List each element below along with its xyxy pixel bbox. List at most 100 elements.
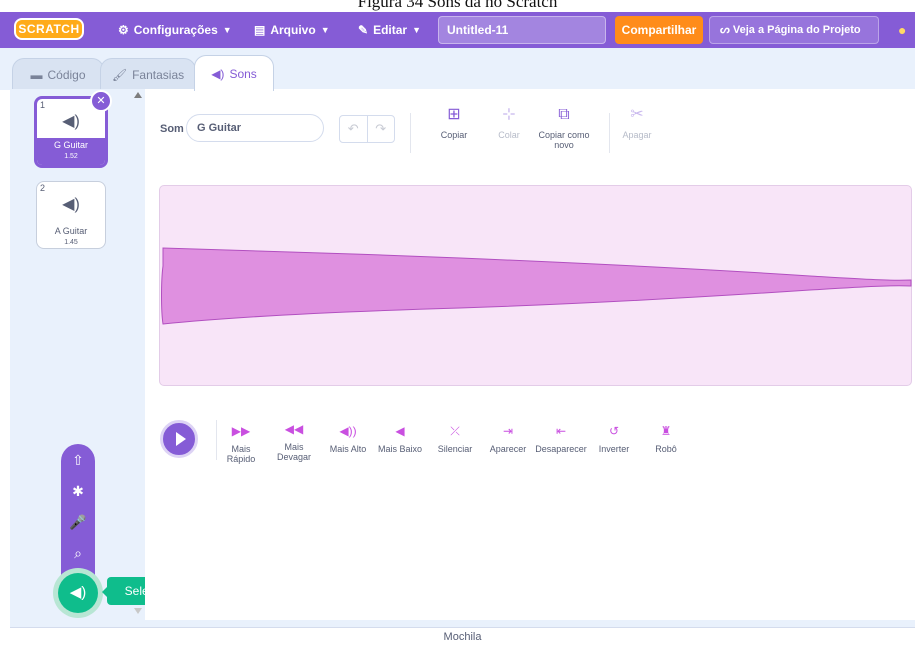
scratch-logo[interactable]: SCRATCH [14, 18, 84, 40]
play-button[interactable] [160, 420, 198, 458]
project-title-input[interactable]: Untitled-11 [438, 16, 606, 44]
sound-number: 1 [40, 100, 46, 110]
delete-button[interactable]: ✂ Apagar [619, 106, 655, 141]
paste-label: Colar [498, 130, 520, 140]
edit-menu-label: Editar [373, 23, 408, 37]
slower-icon: ◀◀ [284, 422, 304, 436]
code-icon: ▬ [30, 67, 43, 82]
tab-bar: ▬ Código 🖌 Fantasias ◀) Sons [0, 48, 915, 91]
choose-sound-button[interactable]: ◀) [53, 568, 103, 618]
see-inside-icon: ᔕ [720, 24, 730, 36]
copy-new-button[interactable]: ⧉ Copiar como novo [536, 107, 592, 151]
effect-mute[interactable]: ⤫ Silenciar [433, 424, 477, 454]
effect-faster[interactable]: ▶▶ Mais Rápido [217, 424, 265, 464]
tab-code[interactable]: ▬ Código [12, 58, 104, 90]
speaker-plus-icon: ◀) [58, 573, 98, 613]
caret-down-icon: ▼ [412, 25, 421, 35]
effect-robot[interactable]: ♜ Robô [648, 424, 684, 454]
paste-icon: ⊹ [502, 106, 516, 123]
effect-fade-in[interactable]: ⇥ Aparecer [486, 424, 530, 454]
sound-name: G Guitar [53, 140, 88, 150]
scissors-icon: ✂ [630, 106, 644, 123]
effect-label: Mais Baixo [377, 444, 422, 454]
search-icon[interactable]: ⌕ [61, 545, 95, 562]
caret-down-icon: ▼ [222, 25, 232, 35]
softer-icon: ◀ [395, 424, 405, 438]
effect-softer[interactable]: ◀ Mais Baixo [376, 424, 424, 454]
toolbar-divider [609, 113, 610, 153]
scroll-up-arrow-icon[interactable] [134, 92, 142, 98]
settings-menu-label: Configurações [133, 23, 218, 37]
file-menu-label: Arquivo [270, 23, 316, 37]
effect-label: Mais Alto [329, 444, 367, 454]
undo-icon[interactable]: ↶ [340, 116, 368, 142]
lightbulb-icon[interactable]: ● [898, 22, 906, 38]
faster-icon: ▶▶ [231, 424, 251, 438]
effect-label: Mais Rápido [226, 444, 256, 464]
fade-out-icon: ⇤ [555, 424, 567, 438]
undo-redo-group: ↶ ↷ [339, 115, 395, 143]
sound-name: A Guitar [54, 226, 88, 236]
copy-icon: ⊞ [447, 106, 461, 123]
toolbar-divider [410, 113, 411, 153]
effect-fade-out[interactable]: ⇤ Desaparecer [533, 424, 589, 454]
speaker-icon: ◀) [62, 196, 80, 213]
tab-sounds-label: Sons [229, 66, 257, 81]
copy-button[interactable]: ⊞ Copiar [437, 106, 471, 141]
sound-duration: 1.52 [64, 153, 78, 160]
surprise-icon[interactable]: ✱ [61, 483, 95, 500]
menu-bar: SCRATCH ⚙ Configurações ▼ ▤ Arquivo ▼ ✎ … [0, 12, 915, 48]
file-menu[interactable]: ▤ Arquivo ▼ [254, 12, 330, 48]
pencil-icon: ✎ [358, 23, 369, 37]
tab-costumes-label: Fantasias [132, 67, 185, 82]
sound-number: 2 [40, 183, 46, 193]
speaker-icon: ◀) [211, 66, 225, 81]
edit-menu[interactable]: ✎ Editar ▼ [358, 12, 421, 48]
effect-label: Silenciar [437, 444, 473, 454]
sound-tile-label: A Guitar 1.45 [37, 224, 105, 248]
robot-icon: ♜ [660, 424, 672, 438]
effect-reverse[interactable]: ↺ Inverter [594, 424, 634, 454]
delete-label: Apagar [622, 130, 652, 140]
tab-sounds[interactable]: ◀) Sons [194, 55, 274, 91]
caption-text: Figura 34 Sons da no Scratch [357, 0, 558, 11]
louder-icon: ◀)) [339, 424, 357, 438]
effect-slower[interactable]: ◀◀ Mais Devagar [272, 422, 316, 462]
microphone-icon[interactable]: 🎤 [61, 514, 95, 531]
backpack-bar[interactable]: Mochila [10, 627, 915, 646]
panel-bottom-edge [10, 620, 915, 627]
mute-icon: ⤫ [450, 424, 460, 438]
scroll-down-arrow-icon[interactable] [134, 608, 142, 614]
gear-icon: ⚙ [118, 23, 129, 37]
upload-icon[interactable]: ⇧ [61, 452, 95, 469]
caption-strip: Figura 34 Sons da no Scratch [0, 0, 915, 12]
file-icon: ▤ [254, 23, 266, 37]
effect-louder[interactable]: ◀)) Mais Alto [328, 424, 368, 454]
delete-sound-icon[interactable]: ✕ [90, 90, 112, 112]
effect-label: Aparecer [489, 444, 527, 454]
tab-costumes[interactable]: 🖌 Fantasias [100, 58, 196, 90]
sound-duration: 1.45 [64, 239, 78, 246]
effect-label: Inverter [598, 444, 630, 454]
paste-button[interactable]: ⊹ Colar [492, 106, 526, 141]
copy-new-label: Copiar como novo [538, 130, 590, 150]
sound-list-scrollbar[interactable] [133, 89, 145, 621]
sound-tile-a-guitar[interactable]: 2 ◀) A Guitar 1.45 [36, 181, 106, 249]
settings-menu[interactable]: ⚙ Configurações ▼ [118, 12, 232, 48]
share-button[interactable]: Compartilhar [615, 16, 703, 44]
effect-label: Desaparecer [535, 444, 587, 454]
waveform-area[interactable] [159, 185, 912, 386]
sound-name-input[interactable]: G Guitar [186, 114, 324, 142]
reverse-icon: ↺ [608, 424, 620, 438]
waveform-shape [161, 247, 912, 325]
brush-icon: 🖌 [111, 67, 128, 82]
tab-code-label: Código [47, 67, 86, 82]
waveform-graphic [161, 247, 912, 325]
copy-label: Copiar [440, 130, 468, 140]
redo-icon[interactable]: ↷ [368, 116, 395, 142]
project-page-button[interactable]: ᔕ Veja a Página do Projeto [709, 16, 879, 44]
project-page-label: Veja a Página do Projeto [732, 24, 861, 36]
effect-label: Mais Devagar [276, 442, 312, 462]
sound-tile-label: G Guitar 1.52 [37, 138, 105, 165]
fade-in-icon: ⇥ [502, 424, 514, 438]
